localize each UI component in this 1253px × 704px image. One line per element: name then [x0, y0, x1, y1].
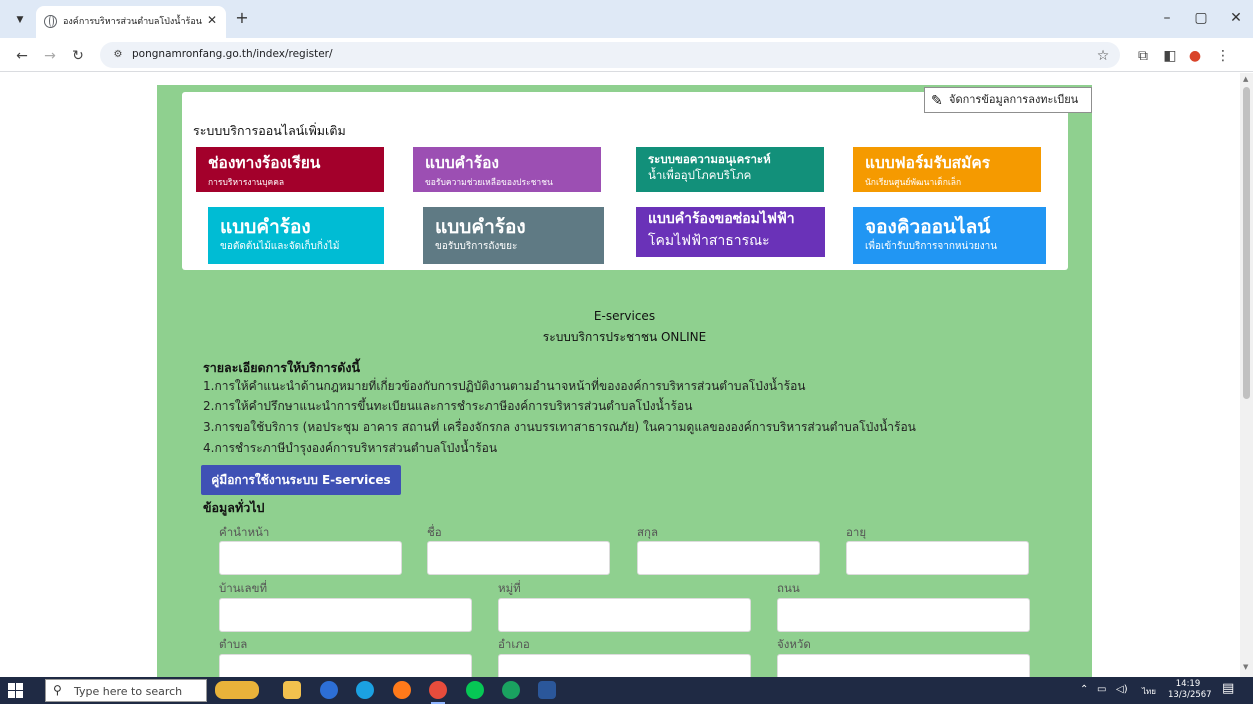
- menu-icon[interactable]: ⋮: [1213, 46, 1233, 66]
- subdistrict-field[interactable]: [219, 654, 472, 677]
- line-icon[interactable]: [466, 681, 484, 699]
- window-close-button[interactable]: ✕: [1224, 8, 1248, 28]
- browser-tabstrip: ▼ องค์การบริหารส่วนตำบลโป่งน้ำร้อน อ ✕ +…: [0, 0, 1253, 38]
- general-info-heading: ข้อมูลทั่วไป: [203, 500, 265, 515]
- network-icon[interactable]: ▭: [1097, 684, 1106, 695]
- detail-item: 1.การให้คำแนะนำด้านกฎหมายที่เกี่ยวข้องกั…: [203, 379, 806, 393]
- province-field[interactable]: [777, 654, 1030, 677]
- tab-title: องค์การบริหารส่วนตำบลโป่งน้ำร้อน อ: [63, 17, 203, 27]
- firefox-icon[interactable]: [393, 681, 411, 699]
- side-panel-icon[interactable]: ◧: [1160, 46, 1180, 66]
- service-student-registration[interactable]: แบบฟอร์มรับสมัคร นักเรียนศูนย์พัฒนาเด็กเ…: [853, 147, 1041, 192]
- detail-item: 2.การให้คำปรึกษาแนะนำการขึ้นทะเบียนและกา…: [203, 399, 693, 413]
- scroll-up-icon[interactable]: ▲: [1243, 75, 1248, 83]
- service-water-request[interactable]: ระบบขอความอนุเคราะห์ น้ำเพื่ออุปโภคบริโภ…: [636, 147, 824, 192]
- clock-date: 13/3/2567: [1168, 690, 1212, 700]
- district-label: อำเภอ: [498, 637, 530, 651]
- tab-close-button[interactable]: ✕: [204, 12, 220, 28]
- road-label: ถนน: [777, 581, 800, 595]
- page-scrollbar[interactable]: ▲ ▼: [1240, 73, 1253, 677]
- manage-registration-button[interactable]: ✎ จัดการข้อมูลการลงทะเบียน: [924, 87, 1092, 113]
- taskbar-search-placeholder: Type here to search: [74, 685, 183, 698]
- reload-icon[interactable]: ↻: [68, 46, 88, 66]
- site-info-icon[interactable]: ⚙: [110, 47, 126, 63]
- detail-item: 4.การชำระภาษีบำรุงองค์การบริหารส่วนตำบลโ…: [203, 441, 498, 455]
- content-panel: ระบบบริการออนไลน์เพิ่มเติม ช่องทางร้องเร…: [157, 85, 1092, 677]
- eservices-subtitle: ระบบบริการประชาชน ONLINE: [542, 330, 707, 344]
- back-icon[interactable]: ←: [12, 46, 32, 66]
- service-complaint[interactable]: ช่องทางร้องเรียน การบริหารงานบุคคล: [196, 147, 384, 192]
- volume-icon[interactable]: ◁): [1116, 684, 1128, 695]
- bookmark-star-icon[interactable]: ☆: [1093, 46, 1113, 66]
- profile-icon[interactable]: ●: [1185, 46, 1205, 66]
- globe-icon: [44, 15, 57, 28]
- notification-icon[interactable]: ▤: [1222, 681, 1234, 696]
- tab-search-button[interactable]: ▼: [10, 10, 30, 30]
- province-label: จังหวัด: [777, 637, 811, 651]
- subdistrict-label: ตำบล: [219, 637, 248, 651]
- house-no-field[interactable]: [219, 598, 472, 632]
- scroll-down-icon[interactable]: ▼: [1243, 663, 1248, 671]
- service-online-queue[interactable]: จองคิวออนไลน์ เพื่อเข้ารับบริการจากหน่วย…: [853, 207, 1046, 264]
- ubuntu-app-icon[interactable]: [502, 681, 520, 699]
- service-assistance-request[interactable]: แบบคำร้อง ขอรับความช่วยเหลือของประชาชน: [413, 147, 601, 192]
- taskbar-search-box[interactable]: ⚲ Type here to search: [45, 679, 207, 702]
- eservices-title: E-services: [593, 309, 656, 323]
- flowers-icon: [215, 681, 259, 699]
- windows-start-icon[interactable]: [8, 683, 24, 699]
- moo-label: หมู่ที่: [498, 581, 521, 595]
- service-tree-cutting[interactable]: แบบคำร้อง ขอตัดต้นไม้และจัดเก็บกิ่งไม้: [208, 207, 384, 264]
- browser-toolbar: ← → ↻ ⚙ pongnamronfang.go.th/index/regis…: [0, 38, 1253, 72]
- last-name-label: สกุล: [637, 525, 659, 539]
- prefix-label: คำนำหน้า: [219, 525, 270, 539]
- house-no-label: บ้านเลขที่: [219, 581, 268, 595]
- pencil-icon: ✎: [931, 93, 943, 109]
- details-heading: รายละเอียดการให้บริการดังนี้: [203, 360, 361, 375]
- new-tab-button[interactable]: +: [232, 8, 252, 28]
- tray-chevron-icon[interactable]: ⌃: [1080, 684, 1088, 695]
- taskbar-clock[interactable]: 14:19 13/3/2567: [1168, 679, 1212, 701]
- user-manual-button[interactable]: คู่มือการใช้งานระบบ E-services: [201, 465, 401, 495]
- url-text: pongnamronfang.go.th/index/register/: [132, 48, 333, 60]
- windows-taskbar: ⚲ Type here to search ⌃ ▭ ◁) ไทย 14:19 1…: [0, 677, 1253, 704]
- edge-icon[interactable]: [356, 681, 374, 699]
- chrome-icon[interactable]: [429, 681, 447, 704]
- first-name-field[interactable]: [427, 541, 610, 575]
- last-name-field[interactable]: [637, 541, 820, 575]
- district-field[interactable]: [498, 654, 751, 677]
- microsoft-store-icon[interactable]: [320, 681, 338, 699]
- section-title: ระบบบริการออนไลน์เพิ่มเติม: [193, 123, 346, 138]
- road-field[interactable]: [777, 598, 1030, 632]
- scrollbar-thumb[interactable]: [1243, 87, 1250, 399]
- browser-tab[interactable]: องค์การบริหารส่วนตำบลโป่งน้ำร้อน อ ✕: [36, 6, 226, 38]
- moo-field[interactable]: [498, 598, 751, 632]
- forward-icon[interactable]: →: [40, 46, 60, 66]
- service-streetlight-repair[interactable]: แบบคำร้องขอซ่อมไฟฟ้า โคมไฟฟ้าสาธารณะ: [636, 207, 825, 257]
- age-field[interactable]: [846, 541, 1029, 575]
- page-viewport: ระบบบริการออนไลน์เพิ่มเติม ช่องทางร้องเร…: [0, 73, 1240, 677]
- prefix-field[interactable]: [219, 541, 402, 575]
- clock-time: 14:19: [1175, 679, 1201, 689]
- search-icon: ⚲: [53, 683, 62, 697]
- language-indicator[interactable]: ไทย: [1142, 685, 1156, 698]
- service-trash-bin[interactable]: แบบคำร้อง ขอรับบริการถังขยะ: [423, 207, 604, 264]
- detail-item: 3.การขอใช้บริการ (หอประชุม อาคาร สถานที่…: [203, 420, 916, 434]
- minimize-button[interactable]: –: [1155, 8, 1179, 28]
- address-bar[interactable]: ⚙ pongnamronfang.go.th/index/register/: [100, 42, 1120, 68]
- manage-registration-label: จัดการข้อมูลการลงทะเบียน: [949, 93, 1079, 106]
- file-explorer-icon[interactable]: [283, 681, 301, 699]
- restore-button[interactable]: ▢: [1189, 8, 1213, 28]
- services-box: ระบบบริการออนไลน์เพิ่มเติม ช่องทางร้องเร…: [182, 92, 1068, 270]
- word-icon[interactable]: [538, 681, 556, 699]
- extensions-icon[interactable]: ⧉: [1133, 46, 1153, 66]
- age-label: อายุ: [846, 525, 867, 539]
- first-name-label: ชื่อ: [427, 525, 442, 539]
